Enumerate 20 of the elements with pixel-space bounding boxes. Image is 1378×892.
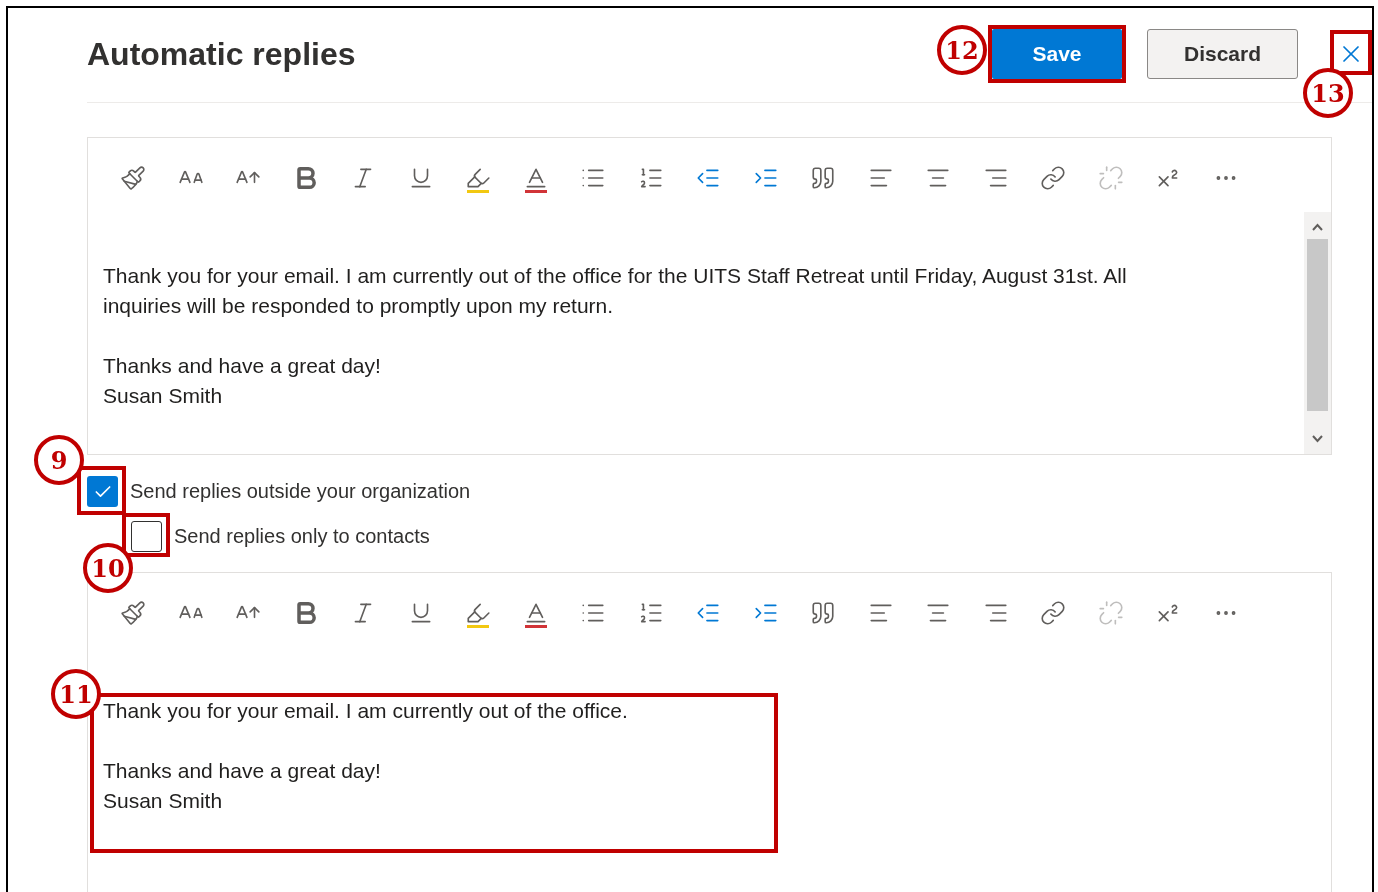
callout-number: 9 <box>34 435 84 485</box>
message-editor[interactable] <box>87 137 1332 455</box>
message-text: Susan Smith <box>103 788 224 814</box>
scrollbar[interactable] <box>1304 212 1331 454</box>
message-text: Susan Smith <box>103 383 224 409</box>
message-text: Thank you for your email. I am currently out of the office for the UITS Staff Retreat until Friday, August 31st. All inquiries will be responded to promptly upon my return. <box>103 263 1128 319</box>
message-text: Thank you for your email. I am currently out of the office. <box>103 698 629 724</box>
checkbox[interactable] <box>87 476 118 507</box>
message-text: Thanks and have a great day! <box>103 758 382 784</box>
dialog-title: Automatic replies <box>87 35 356 73</box>
callout-number: 10 <box>83 543 133 593</box>
option-label: Send replies outside your organization <box>130 480 471 503</box>
checkbox[interactable] <box>131 521 162 552</box>
save-button[interactable]: Save <box>992 29 1122 79</box>
option-label: Send replies only to contacts <box>174 525 430 548</box>
message-text: Thanks and have a great day! <box>103 353 382 379</box>
callout-number: 11 <box>51 669 101 719</box>
callout-number: 13 <box>1303 68 1353 118</box>
callout-number: 12 <box>937 25 987 75</box>
discard-button[interactable]: Discard <box>1147 29 1298 79</box>
